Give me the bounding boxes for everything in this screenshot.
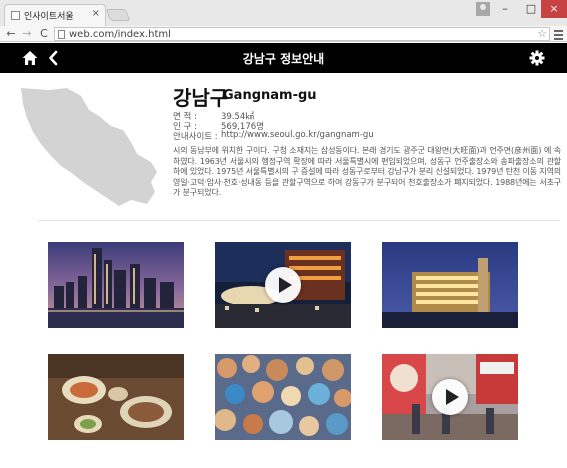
gallery-item-street-video[interactable]	[382, 354, 518, 440]
close-window-button[interactable]: ×	[541, 0, 567, 18]
section-divider	[38, 220, 560, 221]
gallery-item-building[interactable]	[382, 242, 518, 328]
gallery-item-food[interactable]	[48, 354, 184, 440]
district-map-image	[21, 88, 157, 206]
browser-menu-icon[interactable]	[554, 28, 564, 40]
district-name-english: Gangnam-gu	[223, 88, 317, 103]
play-button[interactable]	[432, 379, 468, 415]
gallery-item-skyline[interactable]	[48, 242, 184, 328]
gear-icon[interactable]	[529, 50, 545, 66]
district-description: 시의 동남부에 위치한 구이다. 구청 소재지는 삼성동이다. 본래 경기도 광…	[173, 146, 561, 198]
browser-forward-button[interactable]: →	[20, 27, 34, 41]
gallery-item-festival[interactable]	[215, 354, 351, 440]
browser-back-button[interactable]: ←	[4, 27, 18, 41]
user-profile-icon[interactable]	[476, 2, 490, 16]
page-icon	[58, 30, 65, 39]
app-header: 강남구 정보안내	[0, 43, 567, 73]
browser-titlebar: 인사이트서울 × – □ ×	[0, 0, 567, 26]
reload-button[interactable]: C	[37, 27, 51, 41]
website-label: 안내사이트 :	[173, 132, 218, 142]
minimize-button[interactable]: –	[492, 0, 518, 18]
address-bar[interactable]: web.com/index.html ☆	[54, 27, 550, 41]
website-link[interactable]: http://www.seoul.go.kr/gangnam-gu	[221, 130, 374, 140]
browser-tab[interactable]: 인사이트서울 ×	[4, 4, 106, 26]
gallery-item-mall-video[interactable]	[215, 242, 351, 328]
new-tab-button[interactable]	[105, 9, 131, 21]
tab-title: 인사이트서울	[24, 12, 74, 22]
page-title: 강남구 정보안내	[242, 52, 325, 66]
tab-close-icon[interactable]: ×	[92, 8, 100, 19]
page-favicon-icon	[11, 11, 20, 20]
bookmark-star-icon[interactable]: ☆	[537, 27, 547, 40]
url-text[interactable]: web.com/index.html	[69, 28, 171, 41]
play-button[interactable]	[265, 267, 301, 303]
browser-toolbar: ← → C web.com/index.html ☆	[0, 26, 567, 42]
district-name-korean: 강남구	[173, 86, 229, 110]
